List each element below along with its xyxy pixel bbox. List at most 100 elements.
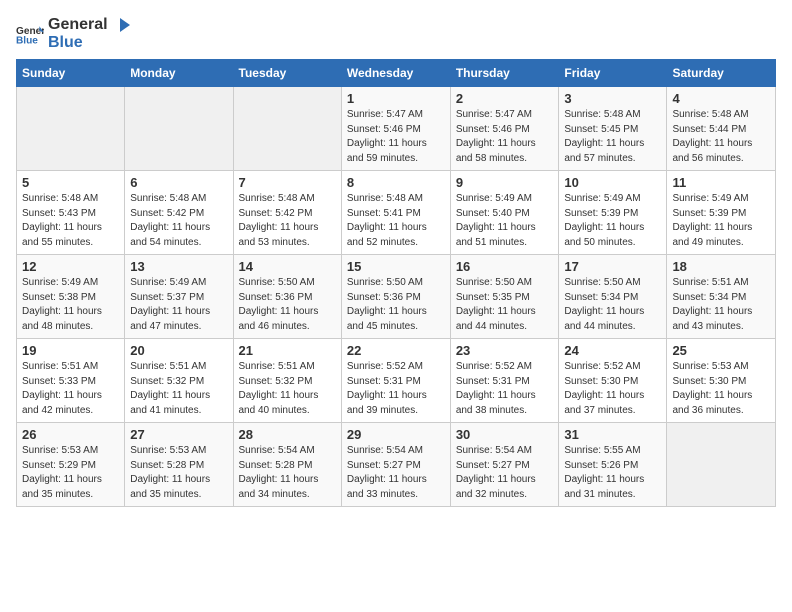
day-number: 2 (456, 91, 554, 106)
day-number: 4 (672, 91, 770, 106)
weekday-header-row: SundayMondayTuesdayWednesdayThursdayFrid… (17, 60, 776, 87)
day-info: Sunrise: 5:49 AM Sunset: 5:40 PM Dayligh… (456, 192, 554, 250)
day-info: Sunrise: 5:48 AM Sunset: 5:45 PM Dayligh… (564, 108, 661, 166)
day-number: 21 (239, 343, 336, 358)
day-number: 31 (564, 427, 661, 442)
day-number: 18 (672, 259, 770, 274)
day-info: Sunrise: 5:51 AM Sunset: 5:33 PM Dayligh… (22, 360, 119, 418)
day-number: 16 (456, 259, 554, 274)
day-number: 22 (347, 343, 445, 358)
day-number: 5 (22, 175, 119, 190)
calendar-cell: 10 Sunrise: 5:49 AM Sunset: 5:39 PM Dayli… (559, 171, 667, 255)
day-info: Sunrise: 5:51 AM Sunset: 5:32 PM Dayligh… (130, 360, 227, 418)
day-number: 28 (239, 427, 336, 442)
day-info: Sunrise: 5:54 AM Sunset: 5:28 PM Dayligh… (239, 444, 336, 502)
day-number: 20 (130, 343, 227, 358)
calendar-cell (233, 87, 341, 171)
calendar-cell: 29Sunrise: 5:54 AM Sunset: 5:27 PM Dayli… (341, 423, 450, 507)
day-info: Sunrise: 5:50 AM Sunset: 5:36 PM Dayligh… (347, 276, 445, 334)
day-number: 14 (239, 259, 336, 274)
day-number: 29 (347, 427, 445, 442)
calendar-cell: 16 Sunrise: 5:50 AM Sunset: 5:35 PM Dayli… (450, 255, 559, 339)
weekday-header-thursday: Thursday (450, 60, 559, 87)
day-number: 1 (347, 91, 445, 106)
calendar-cell: 3 Sunrise: 5:48 AM Sunset: 5:45 PM Daylig… (559, 87, 667, 171)
calendar-cell: 4 Sunrise: 5:48 AM Sunset: 5:44 PM Daylig… (667, 87, 776, 171)
day-info: Sunrise: 5:53 AM Sunset: 5:29 PM Dayligh… (22, 444, 119, 502)
calendar-table: SundayMondayTuesdayWednesdayThursdayFrid… (16, 59, 776, 507)
calendar-week-row: 5Sunrise: 5:48 AM Sunset: 5:43 PM Daylig… (17, 171, 776, 255)
day-info: Sunrise: 5:51 AM Sunset: 5:32 PM Dayligh… (239, 360, 336, 418)
day-info: Sunrise: 5:48 AM Sunset: 5:42 PM Dayligh… (130, 192, 227, 250)
calendar-cell: 8 Sunrise: 5:48 AM Sunset: 5:41 PM Daylig… (341, 171, 450, 255)
day-number: 19 (22, 343, 119, 358)
calendar-cell (667, 423, 776, 507)
calendar-cell: 31 Sunrise: 5:55 AM Sunset: 5:26 PM Dayli… (559, 423, 667, 507)
calendar-cell: 25 Sunrise: 5:53 AM Sunset: 5:30 PM Dayli… (667, 339, 776, 423)
day-number: 8 (347, 175, 445, 190)
weekday-header-sunday: Sunday (17, 60, 125, 87)
calendar-week-row: 19 Sunrise: 5:51 AM Sunset: 5:33 PM Dayli… (17, 339, 776, 423)
calendar-cell: 12 Sunrise: 5:49 AM Sunset: 5:38 PM Dayli… (17, 255, 125, 339)
day-number: 26 (22, 427, 119, 442)
day-number: 27 (130, 427, 227, 442)
day-number: 15 (347, 259, 445, 274)
calendar-cell: 17 Sunrise: 5:50 AM Sunset: 5:34 PM Dayli… (559, 255, 667, 339)
logo: General Blue General Blue (16, 16, 130, 51)
day-info: Sunrise: 5:48 AM Sunset: 5:41 PM Dayligh… (347, 192, 445, 250)
logo-arrow-icon (112, 18, 130, 32)
day-number: 11 (672, 175, 770, 190)
weekday-header-tuesday: Tuesday (233, 60, 341, 87)
day-info: Sunrise: 5:52 AM Sunset: 5:31 PM Dayligh… (347, 360, 445, 418)
calendar-cell: 21 Sunrise: 5:51 AM Sunset: 5:32 PM Dayli… (233, 339, 341, 423)
calendar-cell: 11 Sunrise: 5:49 AM Sunset: 5:39 PM Dayli… (667, 171, 776, 255)
calendar-cell: 6Sunrise: 5:48 AM Sunset: 5:42 PM Daylig… (125, 171, 233, 255)
day-info: Sunrise: 5:50 AM Sunset: 5:34 PM Dayligh… (564, 276, 661, 334)
day-info: Sunrise: 5:50 AM Sunset: 5:36 PM Dayligh… (239, 276, 336, 334)
logo-icon: General Blue (16, 23, 44, 45)
calendar-cell: 28 Sunrise: 5:54 AM Sunset: 5:28 PM Dayli… (233, 423, 341, 507)
calendar-cell: 26 Sunrise: 5:53 AM Sunset: 5:29 PM Dayli… (17, 423, 125, 507)
day-info: Sunrise: 5:49 AM Sunset: 5:39 PM Dayligh… (564, 192, 661, 250)
day-number: 24 (564, 343, 661, 358)
day-info: Sunrise: 5:51 AM Sunset: 5:34 PM Dayligh… (672, 276, 770, 334)
day-info: Sunrise: 5:55 AM Sunset: 5:26 PM Dayligh… (564, 444, 661, 502)
day-info: Sunrise: 5:47 AM Sunset: 5:46 PM Dayligh… (456, 108, 554, 166)
calendar-cell (17, 87, 125, 171)
weekday-header-friday: Friday (559, 60, 667, 87)
day-info: Sunrise: 5:52 AM Sunset: 5:30 PM Dayligh… (564, 360, 661, 418)
day-info: Sunrise: 5:53 AM Sunset: 5:30 PM Dayligh… (672, 360, 770, 418)
page-header: General Blue General Blue (16, 16, 776, 51)
logo-blue-text: Blue (48, 34, 130, 52)
day-info: Sunrise: 5:49 AM Sunset: 5:39 PM Dayligh… (672, 192, 770, 250)
day-info: Sunrise: 5:48 AM Sunset: 5:44 PM Dayligh… (672, 108, 770, 166)
day-number: 25 (672, 343, 770, 358)
calendar-cell: 23Sunrise: 5:52 AM Sunset: 5:31 PM Dayli… (450, 339, 559, 423)
day-number: 12 (22, 259, 119, 274)
calendar-cell: 5Sunrise: 5:48 AM Sunset: 5:43 PM Daylig… (17, 171, 125, 255)
day-info: Sunrise: 5:54 AM Sunset: 5:27 PM Dayligh… (456, 444, 554, 502)
calendar-cell: 7 Sunrise: 5:48 AM Sunset: 5:42 PM Daylig… (233, 171, 341, 255)
day-number: 3 (564, 91, 661, 106)
calendar-week-row: 1 Sunrise: 5:47 AM Sunset: 5:46 PM Daylig… (17, 87, 776, 171)
day-info: Sunrise: 5:48 AM Sunset: 5:42 PM Dayligh… (239, 192, 336, 250)
day-number: 7 (239, 175, 336, 190)
day-info: Sunrise: 5:52 AM Sunset: 5:31 PM Dayligh… (456, 360, 554, 418)
day-info: Sunrise: 5:47 AM Sunset: 5:46 PM Dayligh… (347, 108, 445, 166)
day-number: 30 (456, 427, 554, 442)
day-info: Sunrise: 5:50 AM Sunset: 5:35 PM Dayligh… (456, 276, 554, 334)
logo-general-text: General (48, 16, 130, 34)
weekday-header-wednesday: Wednesday (341, 60, 450, 87)
day-number: 17 (564, 259, 661, 274)
day-number: 10 (564, 175, 661, 190)
calendar-cell: 20 Sunrise: 5:51 AM Sunset: 5:32 PM Dayli… (125, 339, 233, 423)
calendar-cell: 2 Sunrise: 5:47 AM Sunset: 5:46 PM Daylig… (450, 87, 559, 171)
day-number: 13 (130, 259, 227, 274)
day-info: Sunrise: 5:49 AM Sunset: 5:38 PM Dayligh… (22, 276, 119, 334)
calendar-cell: 14 Sunrise: 5:50 AM Sunset: 5:36 PM Dayli… (233, 255, 341, 339)
day-number: 9 (456, 175, 554, 190)
weekday-header-monday: Monday (125, 60, 233, 87)
calendar-week-row: 12 Sunrise: 5:49 AM Sunset: 5:38 PM Dayli… (17, 255, 776, 339)
calendar-cell: 27Sunrise: 5:53 AM Sunset: 5:28 PM Dayli… (125, 423, 233, 507)
calendar-cell: 18 Sunrise: 5:51 AM Sunset: 5:34 PM Dayli… (667, 255, 776, 339)
